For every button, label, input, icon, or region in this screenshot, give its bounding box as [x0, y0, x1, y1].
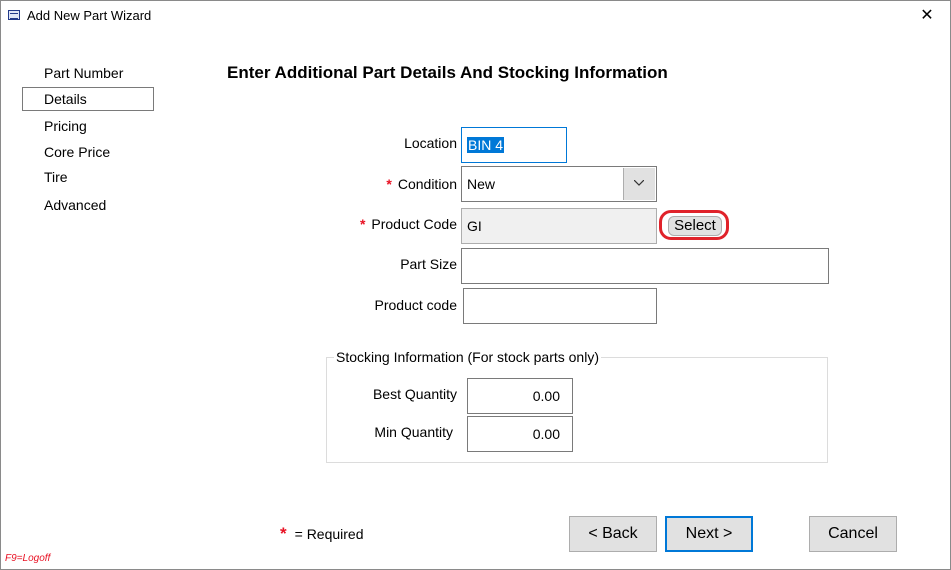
location-label: Location [404, 135, 457, 151]
condition-label-group: * Condition [386, 176, 457, 192]
stocking-group [326, 357, 828, 463]
nav-item-part-number[interactable]: Part Number [44, 65, 123, 81]
condition-label: Condition [397, 176, 457, 192]
chevron-down-icon [634, 180, 644, 186]
cancel-button[interactable]: Cancel [809, 516, 897, 552]
best-quantity-input[interactable]: 0.00 [467, 378, 573, 414]
close-icon[interactable]: ✕ [904, 1, 950, 31]
part-size-input[interactable] [461, 248, 829, 284]
condition-value: New [467, 176, 496, 192]
nav-item-tire[interactable]: Tire [44, 169, 68, 185]
product-code-label-group: * Product Code [360, 216, 457, 232]
location-input[interactable]: BIN 4 [461, 127, 567, 163]
select-button[interactable]: Select [668, 216, 722, 236]
app-window-icon [8, 10, 20, 20]
required-asterisk: * [386, 176, 392, 192]
title-bar: Add New Part Wizard ✕ [1, 1, 950, 31]
required-note-text: = Required [294, 526, 364, 542]
best-quantity-label: Best Quantity [372, 386, 457, 402]
location-input-value: BIN 4 [467, 137, 505, 153]
min-quantity-input[interactable]: 0.00 [467, 416, 573, 452]
product-code-2-input[interactable] [463, 288, 657, 324]
nav-item-details[interactable]: Details [44, 91, 87, 107]
required-asterisk: * [280, 524, 287, 543]
dropdown-button[interactable] [623, 168, 655, 200]
min-quantity-label: Min Quantity [374, 424, 453, 440]
part-size-label: Part Size [400, 256, 457, 272]
product-code-field: GI [461, 208, 657, 244]
nav-item-pricing[interactable]: Pricing [44, 118, 87, 134]
wizard-window: Add New Part Wizard ✕ Part Number Detail… [0, 0, 951, 570]
select-button-highlight: Select [659, 210, 729, 240]
required-asterisk: * [359, 216, 366, 232]
next-button[interactable]: Next > [665, 516, 753, 552]
stocking-group-title: Stocking Information (For stock parts on… [334, 349, 601, 365]
logoff-hint: F9=Logoff [5, 553, 51, 564]
nav-item-advanced[interactable]: Advanced [44, 197, 106, 213]
nav-item-core-price[interactable]: Core Price [44, 144, 110, 160]
page-heading: Enter Additional Part Details And Stocki… [227, 63, 668, 82]
back-button[interactable]: < Back [569, 516, 657, 552]
required-note: * = Required [280, 524, 364, 544]
product-code-2-label: Product code [374, 297, 458, 313]
product-code-label: Product Code [371, 216, 457, 232]
window-title: Add New Part Wizard [27, 8, 152, 23]
condition-dropdown[interactable]: New [461, 166, 657, 202]
nav-selected-highlight [22, 87, 154, 111]
